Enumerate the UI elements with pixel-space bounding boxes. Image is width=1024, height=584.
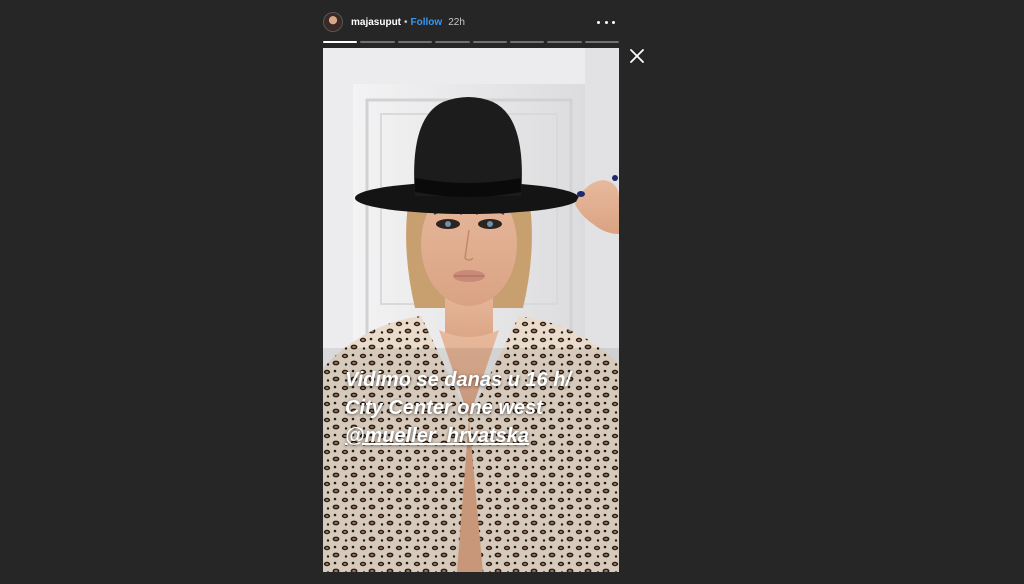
more-options-icon[interactable] — [597, 15, 615, 29]
caption-line-1: Vidimo se danas u 16 h/ — [345, 369, 571, 391]
username[interactable]: majasuput — [351, 17, 401, 28]
story-photo — [323, 48, 619, 572]
progress-segment-5 — [472, 41, 507, 43]
progress-segment-6 — [509, 41, 545, 43]
progress-segment-8 — [584, 41, 619, 43]
progress-segment-4 — [435, 41, 470, 43]
caption-line-2: City Center one west — [345, 397, 543, 419]
progress-segment-3 — [397, 41, 433, 43]
post-time: 22h — [448, 16, 465, 28]
story-header: majasuput • Follow 22h — [323, 10, 619, 34]
story-progress-bar — [323, 41, 619, 43]
follow-button[interactable]: Follow — [411, 17, 443, 28]
story-caption: Vidimo se danas u 16 h/ City Center one … — [345, 366, 615, 450]
caption-mention-link[interactable]: @mueller_hrvatska — [345, 422, 615, 450]
progress-segment-1 — [323, 41, 358, 43]
close-icon[interactable] — [628, 47, 646, 65]
story-media[interactable]: Vidimo se danas u 16 h/ City Center one … — [323, 48, 619, 572]
progress-segment-7 — [547, 41, 582, 43]
user-avatar[interactable] — [323, 12, 343, 32]
separator-dot: • — [404, 16, 408, 28]
progress-segment-2 — [360, 41, 395, 43]
story-viewer: majasuput • Follow 22h Vidimo se danas u… — [0, 0, 1024, 584]
